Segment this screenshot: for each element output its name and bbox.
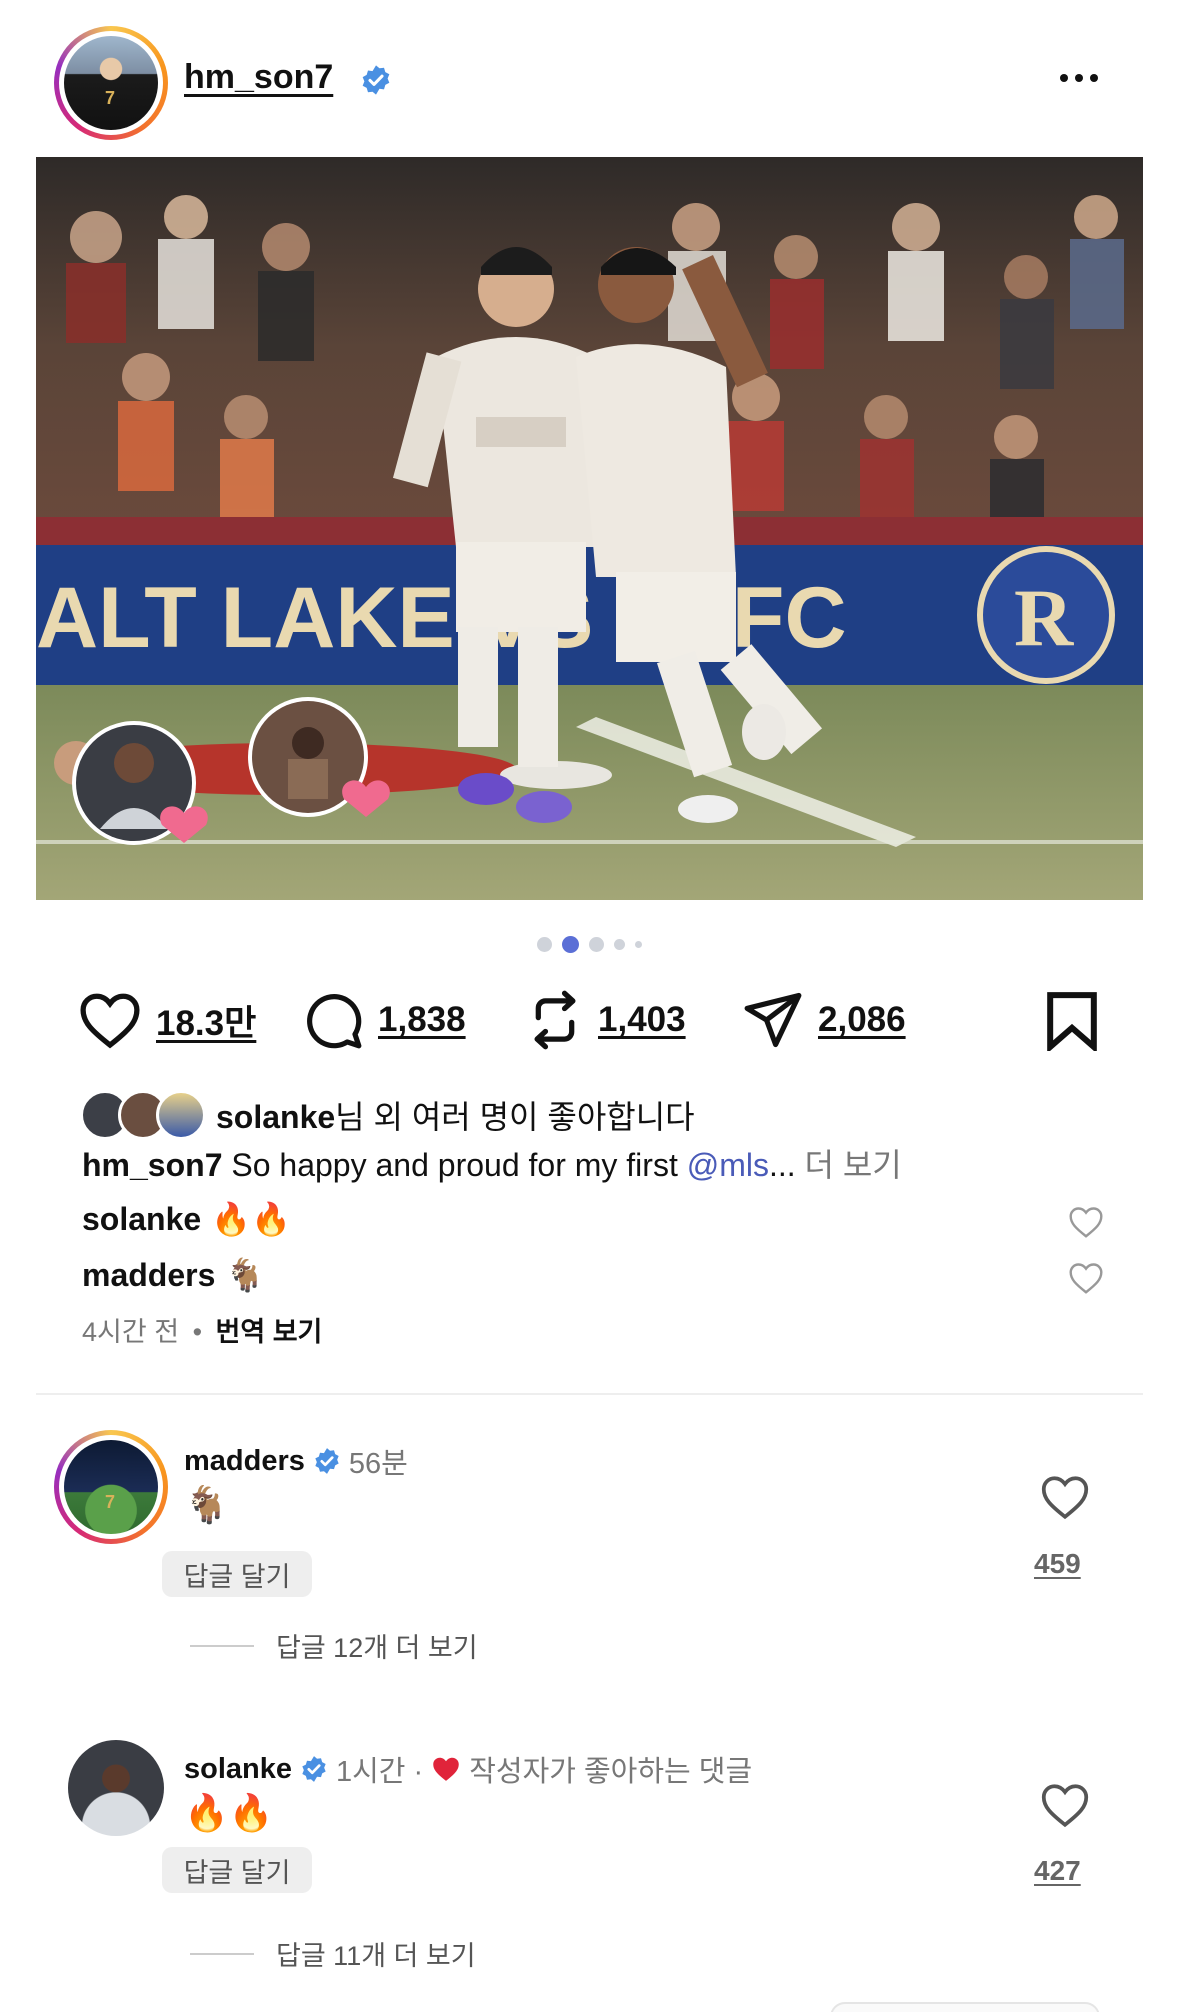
send-icon <box>744 992 802 1048</box>
carousel-dot-active <box>562 935 579 953</box>
repost-count[interactable]: 1,403 <box>598 1000 686 1040</box>
replies-line <box>190 1644 254 1647</box>
post-meta: 4시간 전 • 번역 보기 <box>82 1310 322 1349</box>
comment-like-count[interactable]: 427 <box>1034 1855 1081 1887</box>
replies-line <box>190 1952 254 1955</box>
like-count[interactable]: 18.3만 <box>156 995 256 1046</box>
carousel-dot <box>635 940 642 948</box>
ellipsis-icon <box>1060 74 1068 82</box>
comment-text: 🔥🔥 <box>184 1792 274 1833</box>
comment-like-count[interactable]: 459 <box>1034 1548 1081 1580</box>
comment-like-heart-icon[interactable] <box>1040 1474 1090 1520</box>
author-liked-heart-icon <box>433 1757 459 1781</box>
view-replies-label[interactable]: 답글 11개 더 보기 <box>276 1934 476 1973</box>
comment-count[interactable]: 1,838 <box>378 1000 466 1040</box>
verified-badge-icon <box>302 1756 326 1782</box>
carousel-dot <box>589 936 604 952</box>
post-header: hm_son7 <box>0 0 1179 160</box>
comment-header: solanke 1시간 · 작성자가 좋아하는 댓글 <box>184 1748 752 1790</box>
liked-by-suffix: 님 외 여러 명이 좋아합니다 <box>335 1099 695 1135</box>
liked-by-username[interactable]: solanke <box>216 1099 335 1135</box>
view-replies-link[interactable]: 답글 11개 더 보기 <box>190 1934 476 1973</box>
meta-separator: • <box>192 1317 203 1347</box>
author-username[interactable]: hm_son7 <box>184 58 333 97</box>
translate-link[interactable]: 번역 보기 <box>216 1317 323 1347</box>
inline-like-heart-icon[interactable] <box>1068 1260 1104 1296</box>
inline-comment-user[interactable]: solanke <box>82 1201 201 1238</box>
post-time: 4시간 전 <box>82 1317 180 1347</box>
author-liked-label: 작성자가 좋아하는 댓글 <box>469 1756 753 1788</box>
comment-time: 56분 <box>348 1448 408 1480</box>
like-button[interactable]: 18.3만 <box>78 985 256 1055</box>
post-photo[interactable]: ALT LAKE VS LAFC R <box>36 157 1143 900</box>
partial-bottom-element <box>830 2002 1100 2012</box>
inline-comment-user[interactable]: madders <box>82 1257 215 1294</box>
share-count[interactable]: 2,086 <box>818 1000 906 1040</box>
liked-by-avatars <box>80 1090 212 1140</box>
post-caption: hm_son7 So happy and proud for my first … <box>82 1140 902 1186</box>
inline-comment: madders 🐐 <box>82 1256 265 1294</box>
verified-badge-icon <box>315 1448 339 1474</box>
comment-bubble-icon <box>307 994 362 1049</box>
carousel-dot <box>537 936 552 952</box>
caption-author[interactable]: hm_son7 <box>82 1147 222 1183</box>
liked-by-line[interactable]: solanke님 외 여러 명이 좋아합니다 <box>80 1090 695 1140</box>
bookmark-icon[interactable] <box>1044 991 1100 1051</box>
inline-comment: solanke 🔥🔥 <box>82 1200 291 1238</box>
comment-username[interactable]: madders <box>184 1445 305 1478</box>
heart-icon <box>80 993 140 1049</box>
carousel-indicator <box>0 934 1179 954</box>
inline-comment-text: 🔥🔥 <box>211 1201 291 1237</box>
comment-like-heart-icon[interactable] <box>1040 1782 1090 1828</box>
comment-text: 🐐 <box>184 1484 229 1525</box>
repost-button[interactable]: 1,403 <box>526 985 686 1055</box>
comment-username[interactable]: solanke <box>184 1753 292 1786</box>
comment-avatar[interactable] <box>68 1740 164 1836</box>
author-avatar[interactable] <box>54 26 168 140</box>
comment-button[interactable]: 1,838 <box>302 985 466 1055</box>
comment-time: 1시간 · <box>336 1756 424 1788</box>
repost-icon <box>534 990 576 1050</box>
carousel-dot <box>614 938 625 950</box>
svg-text:R: R <box>1014 572 1074 663</box>
caption-more-link[interactable]: 더 보기 <box>796 1147 902 1183</box>
reply-button[interactable]: 답글 달기 <box>162 1551 312 1597</box>
comment-avatar[interactable] <box>54 1430 168 1544</box>
verified-badge-icon <box>362 65 390 95</box>
soccer-celebration-image: ALT LAKE VS LAFC R <box>36 157 1143 900</box>
view-replies-link[interactable]: 답글 12개 더 보기 <box>190 1626 478 1665</box>
caption-ellipsis: ... <box>768 1147 796 1183</box>
more-options-button[interactable] <box>1054 62 1104 94</box>
comment-header: madders 56분 <box>184 1440 408 1482</box>
share-button[interactable]: 2,086 <box>742 985 906 1055</box>
action-bar: 18.3만 1,838 1,403 2,086 <box>0 985 1179 1055</box>
caption-text: So happy and proud for my first <box>222 1147 687 1183</box>
inline-comment-text: 🐐 <box>225 1257 266 1293</box>
reply-button[interactable]: 답글 달기 <box>162 1847 312 1893</box>
caption-mention[interactable]: @mls <box>687 1147 769 1183</box>
view-replies-label[interactable]: 답글 12개 더 보기 <box>276 1626 478 1665</box>
divider <box>36 1393 1143 1395</box>
inline-like-heart-icon[interactable] <box>1068 1204 1104 1240</box>
